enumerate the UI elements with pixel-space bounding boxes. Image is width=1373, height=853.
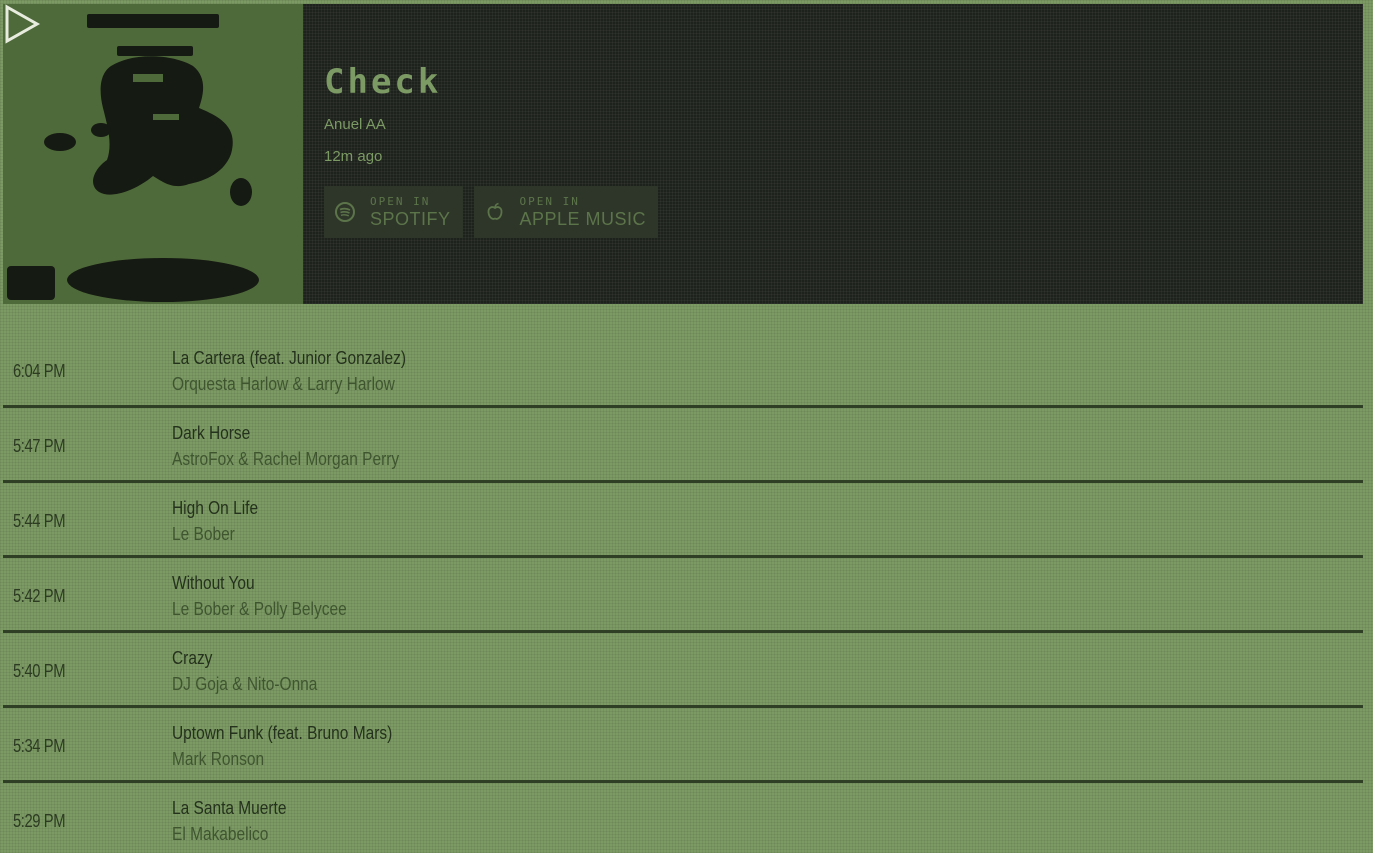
track-title: Check	[324, 62, 442, 102]
played-at-time: 6:04 PM	[13, 361, 66, 381]
list-item[interactable]: 5:42 PM Without You Le Bober & Polly Bel…	[3, 558, 1363, 633]
open-in-spotify-button[interactable]: OPEN IN SPOTIFY	[324, 186, 463, 238]
apple-music-prefix: OPEN IN	[519, 194, 580, 208]
list-item[interactable]: 5:44 PM High On Life Le Bober	[3, 483, 1363, 558]
list-item[interactable]: 5:47 PM Dark Horse AstroFox & Rachel Mor…	[3, 408, 1363, 483]
now-playing-info: Check Anuel AA 12m ago	[324, 60, 441, 166]
song-title: Uptown Funk (feat. Bruno Mars)	[172, 723, 393, 743]
album-cover[interactable]	[3, 4, 303, 304]
list-item[interactable]: 6:04 PM La Cartera (feat. Junior Gonzale…	[3, 333, 1363, 408]
song-artist: Mark Ronson	[172, 749, 265, 769]
played-at-time: 5:34 PM	[13, 736, 66, 756]
played-at-time: 5:47 PM	[13, 436, 66, 456]
song-title: La Cartera (feat. Junior Gonzalez)	[172, 348, 407, 368]
open-in-apple-music-button[interactable]: OPEN IN APPLE MUSIC	[473, 186, 659, 238]
played-at-time: 5:44 PM	[13, 511, 66, 531]
spotify-icon	[334, 201, 356, 223]
track-artist[interactable]: Anuel AA	[324, 116, 441, 134]
song-title: Dark Horse	[172, 423, 251, 443]
play-icon[interactable]	[3, 4, 43, 44]
played-at-time: 5:42 PM	[13, 586, 66, 606]
song-title: High On Life	[172, 498, 259, 518]
song-artist: Le Bober & Polly Belycee	[172, 599, 347, 619]
streaming-links: OPEN IN SPOTIFY OPEN IN APPLE MUSIC	[324, 186, 659, 238]
recently-played-list: 6:04 PM La Cartera (feat. Junior Gonzale…	[3, 333, 1363, 853]
apple-music-label: APPLE MUSIC	[519, 208, 647, 229]
song-title: Crazy	[172, 648, 213, 668]
spotify-label: SPOTIFY	[370, 208, 451, 229]
list-item[interactable]: 5:40 PM Crazy DJ Goja & Nito-Onna	[3, 633, 1363, 708]
song-artist: AstroFox & Rachel Morgan Perry	[172, 449, 400, 469]
song-title: Without You	[172, 573, 255, 593]
played-at-time: 5:29 PM	[13, 811, 66, 831]
apple-icon	[484, 201, 506, 223]
song-artist: El Makabelico	[172, 824, 269, 844]
list-item[interactable]: 5:29 PM La Santa Muerte El Makabelico	[3, 783, 1363, 853]
played-at-time: 5:40 PM	[13, 661, 66, 681]
list-item[interactable]: 5:34 PM Uptown Funk (feat. Bruno Mars) M…	[3, 708, 1363, 783]
song-title: La Santa Muerte	[172, 798, 287, 818]
song-artist: DJ Goja & Nito-Onna	[172, 674, 318, 694]
now-playing-panel: Check Anuel AA 12m ago OPEN IN SPOTIFY O…	[3, 4, 1363, 304]
song-artist: Orquesta Harlow & Larry Harlow	[172, 374, 395, 394]
spotify-prefix: OPEN IN	[370, 194, 431, 208]
album-art-image	[7, 14, 259, 302]
song-artist: Le Bober	[172, 524, 235, 544]
played-time-ago: 12m ago	[324, 148, 383, 165]
